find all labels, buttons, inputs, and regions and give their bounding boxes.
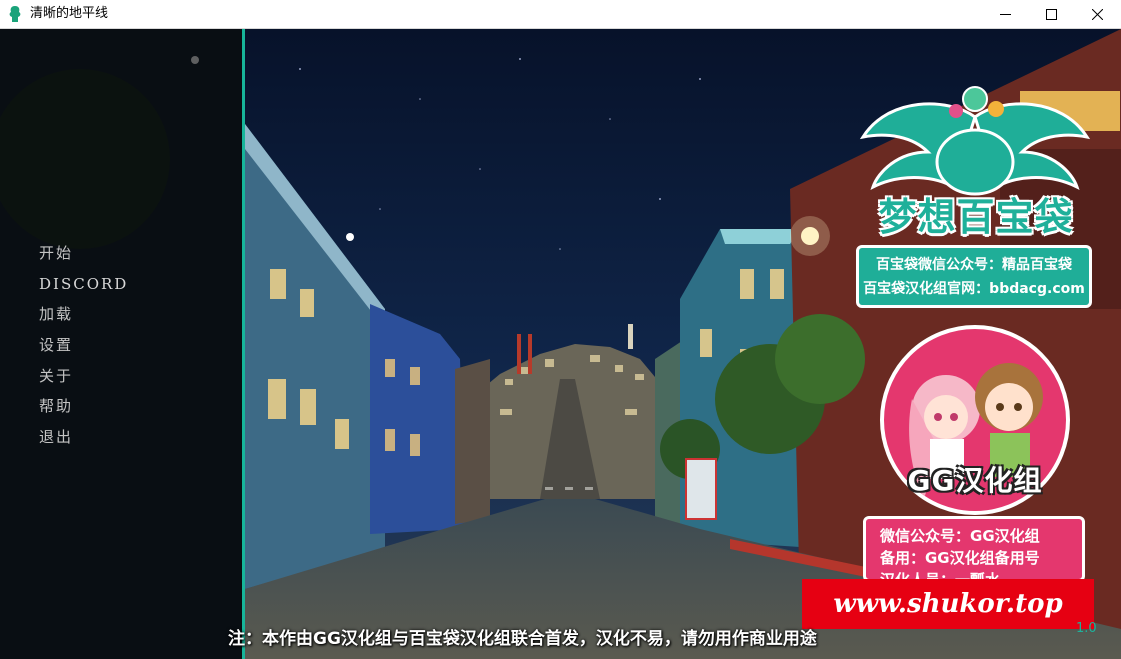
site-watermark: www.shukor.top: [802, 579, 1094, 629]
menu-quit[interactable]: 退出: [39, 426, 128, 457]
minimize-button[interactable]: [982, 0, 1028, 29]
translation-notice: 注：本作由GG汉化组与百宝袋汉化组联合首发，汉化不易，请勿用作商业用途: [228, 629, 817, 649]
menu-settings[interactable]: 设置: [39, 334, 128, 365]
menu-help[interactable]: 帮助: [39, 395, 128, 426]
promo-info-box: 百宝袋微信公众号：精品百宝袋 百宝袋汉化组官网：bbdacg.com: [856, 245, 1092, 308]
promo-info-line: 百宝袋汉化组官网：bbdacg.com: [863, 280, 1085, 297]
close-button[interactable]: [1074, 0, 1120, 29]
menu-discord[interactable]: DISCORD: [39, 273, 128, 304]
main-menu: 开始 DISCORD 加载 设置 关于 帮助 退出: [39, 242, 128, 457]
maximize-icon: [1045, 9, 1057, 20]
game-screen: 开始 DISCORD 加载 设置 关于 帮助 退出 梦想百宝袋 百宝袋微信公众号…: [0, 29, 1121, 659]
maximize-button[interactable]: [1028, 0, 1074, 29]
gg-group-label: GG汉化组: [907, 464, 1043, 497]
logo-text: 梦想百宝袋: [878, 195, 1074, 239]
menu-load[interactable]: 加载: [39, 303, 128, 334]
version-label: 1.0: [1076, 621, 1097, 636]
menu-about[interactable]: 关于: [39, 365, 128, 396]
menu-start[interactable]: 开始: [39, 242, 128, 273]
menu-divider: [242, 29, 245, 659]
gg-contact-line: 微信公众号：GG汉化组: [880, 527, 1040, 545]
promo-info-line: 百宝袋微信公众号：精品百宝袋: [876, 256, 1072, 273]
app-icon: [9, 6, 21, 22]
gg-contact-box: 微信公众号：GG汉化组 备用：GG汉化组备用号 汉化人员：一瓢水: [863, 516, 1085, 582]
gg-contact-line: 备用：GG汉化组备用号: [880, 549, 1040, 567]
window-title: 清晰的地平线: [30, 6, 109, 21]
minimize-icon: [999, 14, 1011, 15]
close-icon: [1091, 9, 1103, 20]
window-titlebar: 清晰的地平线: [0, 0, 1121, 29]
